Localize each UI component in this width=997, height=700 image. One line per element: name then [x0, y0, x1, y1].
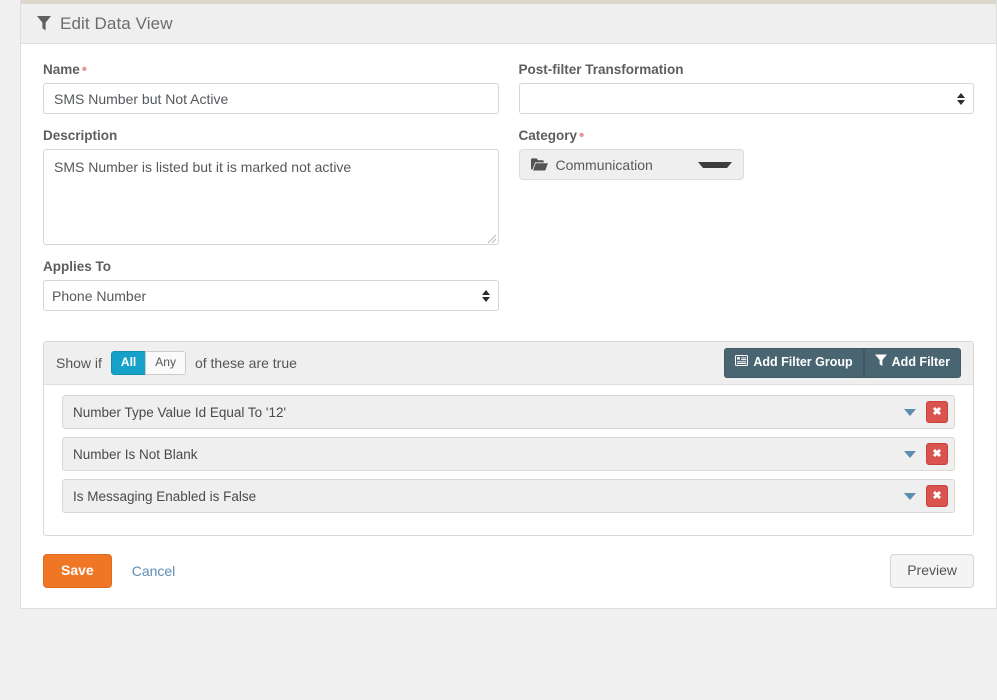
folder-open-icon [531, 158, 548, 171]
cancel-link[interactable]: Cancel [132, 563, 176, 579]
filter-row-label: Is Messaging Enabled is False [73, 489, 904, 504]
field-description: Description SMS Number is listed but it … [43, 128, 499, 245]
filter-row[interactable]: Number Type Value Id Equal To '12' ✖ [62, 395, 955, 429]
name-input[interactable] [43, 83, 499, 114]
add-filter-button[interactable]: Add Filter [864, 348, 961, 377]
category-value: Communication [556, 157, 653, 173]
add-filter-label: Add Filter [892, 354, 950, 370]
description-wrapper: SMS Number is listed but it is marked no… [43, 149, 499, 245]
required-marker: • [579, 127, 584, 144]
required-marker: • [82, 61, 87, 78]
caret-down-icon [698, 162, 732, 168]
applies-to-wrapper: Phone Number [43, 280, 499, 311]
applies-to-select[interactable]: Phone Number [43, 280, 499, 311]
funnel-icon [37, 16, 51, 31]
post-filter-transformation-label: Post-filter Transformation [519, 62, 975, 77]
filter-row-label: Number Is Not Blank [73, 447, 904, 462]
panel-header: Edit Data View [21, 0, 996, 44]
page-title: Edit Data View [37, 14, 173, 34]
save-button[interactable]: Save [43, 554, 112, 588]
chevron-down-icon[interactable] [904, 409, 916, 416]
delete-filter-button[interactable]: ✖ [926, 401, 948, 423]
filter-builder: Show if All Any of these are true [43, 341, 974, 536]
field-post-filter-transformation: Post-filter Transformation [519, 62, 975, 114]
filter-builder-header: Show if All Any of these are true [44, 342, 973, 385]
filter-header-actions: Add Filter Group Add Filter [724, 348, 961, 377]
filter-list: Number Type Value Id Equal To '12' ✖ Num… [44, 385, 973, 535]
all-any-toggle-group: All Any [111, 351, 186, 376]
field-applies-to: Applies To Phone Number [43, 259, 499, 311]
funnel-icon [875, 354, 887, 370]
name-label: Name• [43, 62, 499, 77]
form-actions: Save Cancel Preview [43, 554, 974, 588]
chevron-down-icon[interactable] [904, 493, 916, 500]
add-filter-group-label: Add Filter Group [753, 354, 852, 370]
applies-to-label: Applies To [43, 259, 499, 274]
panel-title-text: Edit Data View [60, 14, 173, 34]
category-label: Category• [519, 128, 975, 143]
delete-filter-button[interactable]: ✖ [926, 443, 948, 465]
edit-data-view-panel: Edit Data View Name• Description SMS Num… [20, 0, 997, 609]
filter-row[interactable]: Number Is Not Blank ✖ [62, 437, 955, 471]
preview-button[interactable]: Preview [890, 554, 974, 588]
toggle-all-button[interactable]: All [111, 351, 145, 376]
form-column-left: Name• Description SMS Number is listed b… [33, 62, 509, 325]
show-if-label: Show if [56, 355, 102, 371]
chevron-down-icon[interactable] [904, 451, 916, 458]
toggle-any-button[interactable]: Any [145, 351, 186, 376]
panel-body: Name• Description SMS Number is listed b… [21, 44, 996, 608]
filter-row-label: Number Type Value Id Equal To '12' [73, 405, 904, 420]
field-category: Category• Communication [519, 128, 975, 180]
delete-filter-button[interactable]: ✖ [926, 485, 948, 507]
description-label: Description [43, 128, 499, 143]
filter-row[interactable]: Is Messaging Enabled is False ✖ [62, 479, 955, 513]
post-filter-transformation-wrapper [519, 83, 975, 114]
post-filter-transformation-select[interactable] [519, 83, 975, 114]
form-row-1: Name• Description SMS Number is listed b… [33, 62, 984, 325]
description-textarea[interactable]: SMS Number is listed but it is marked no… [43, 149, 499, 245]
list-icon [735, 354, 748, 370]
category-dropdown-button[interactable]: Communication [519, 149, 744, 180]
show-if-suffix-label: of these are true [195, 355, 297, 371]
form-column-right: Post-filter Transformation Category• [509, 62, 985, 325]
field-name: Name• [43, 62, 499, 114]
add-filter-group-button[interactable]: Add Filter Group [724, 348, 863, 377]
